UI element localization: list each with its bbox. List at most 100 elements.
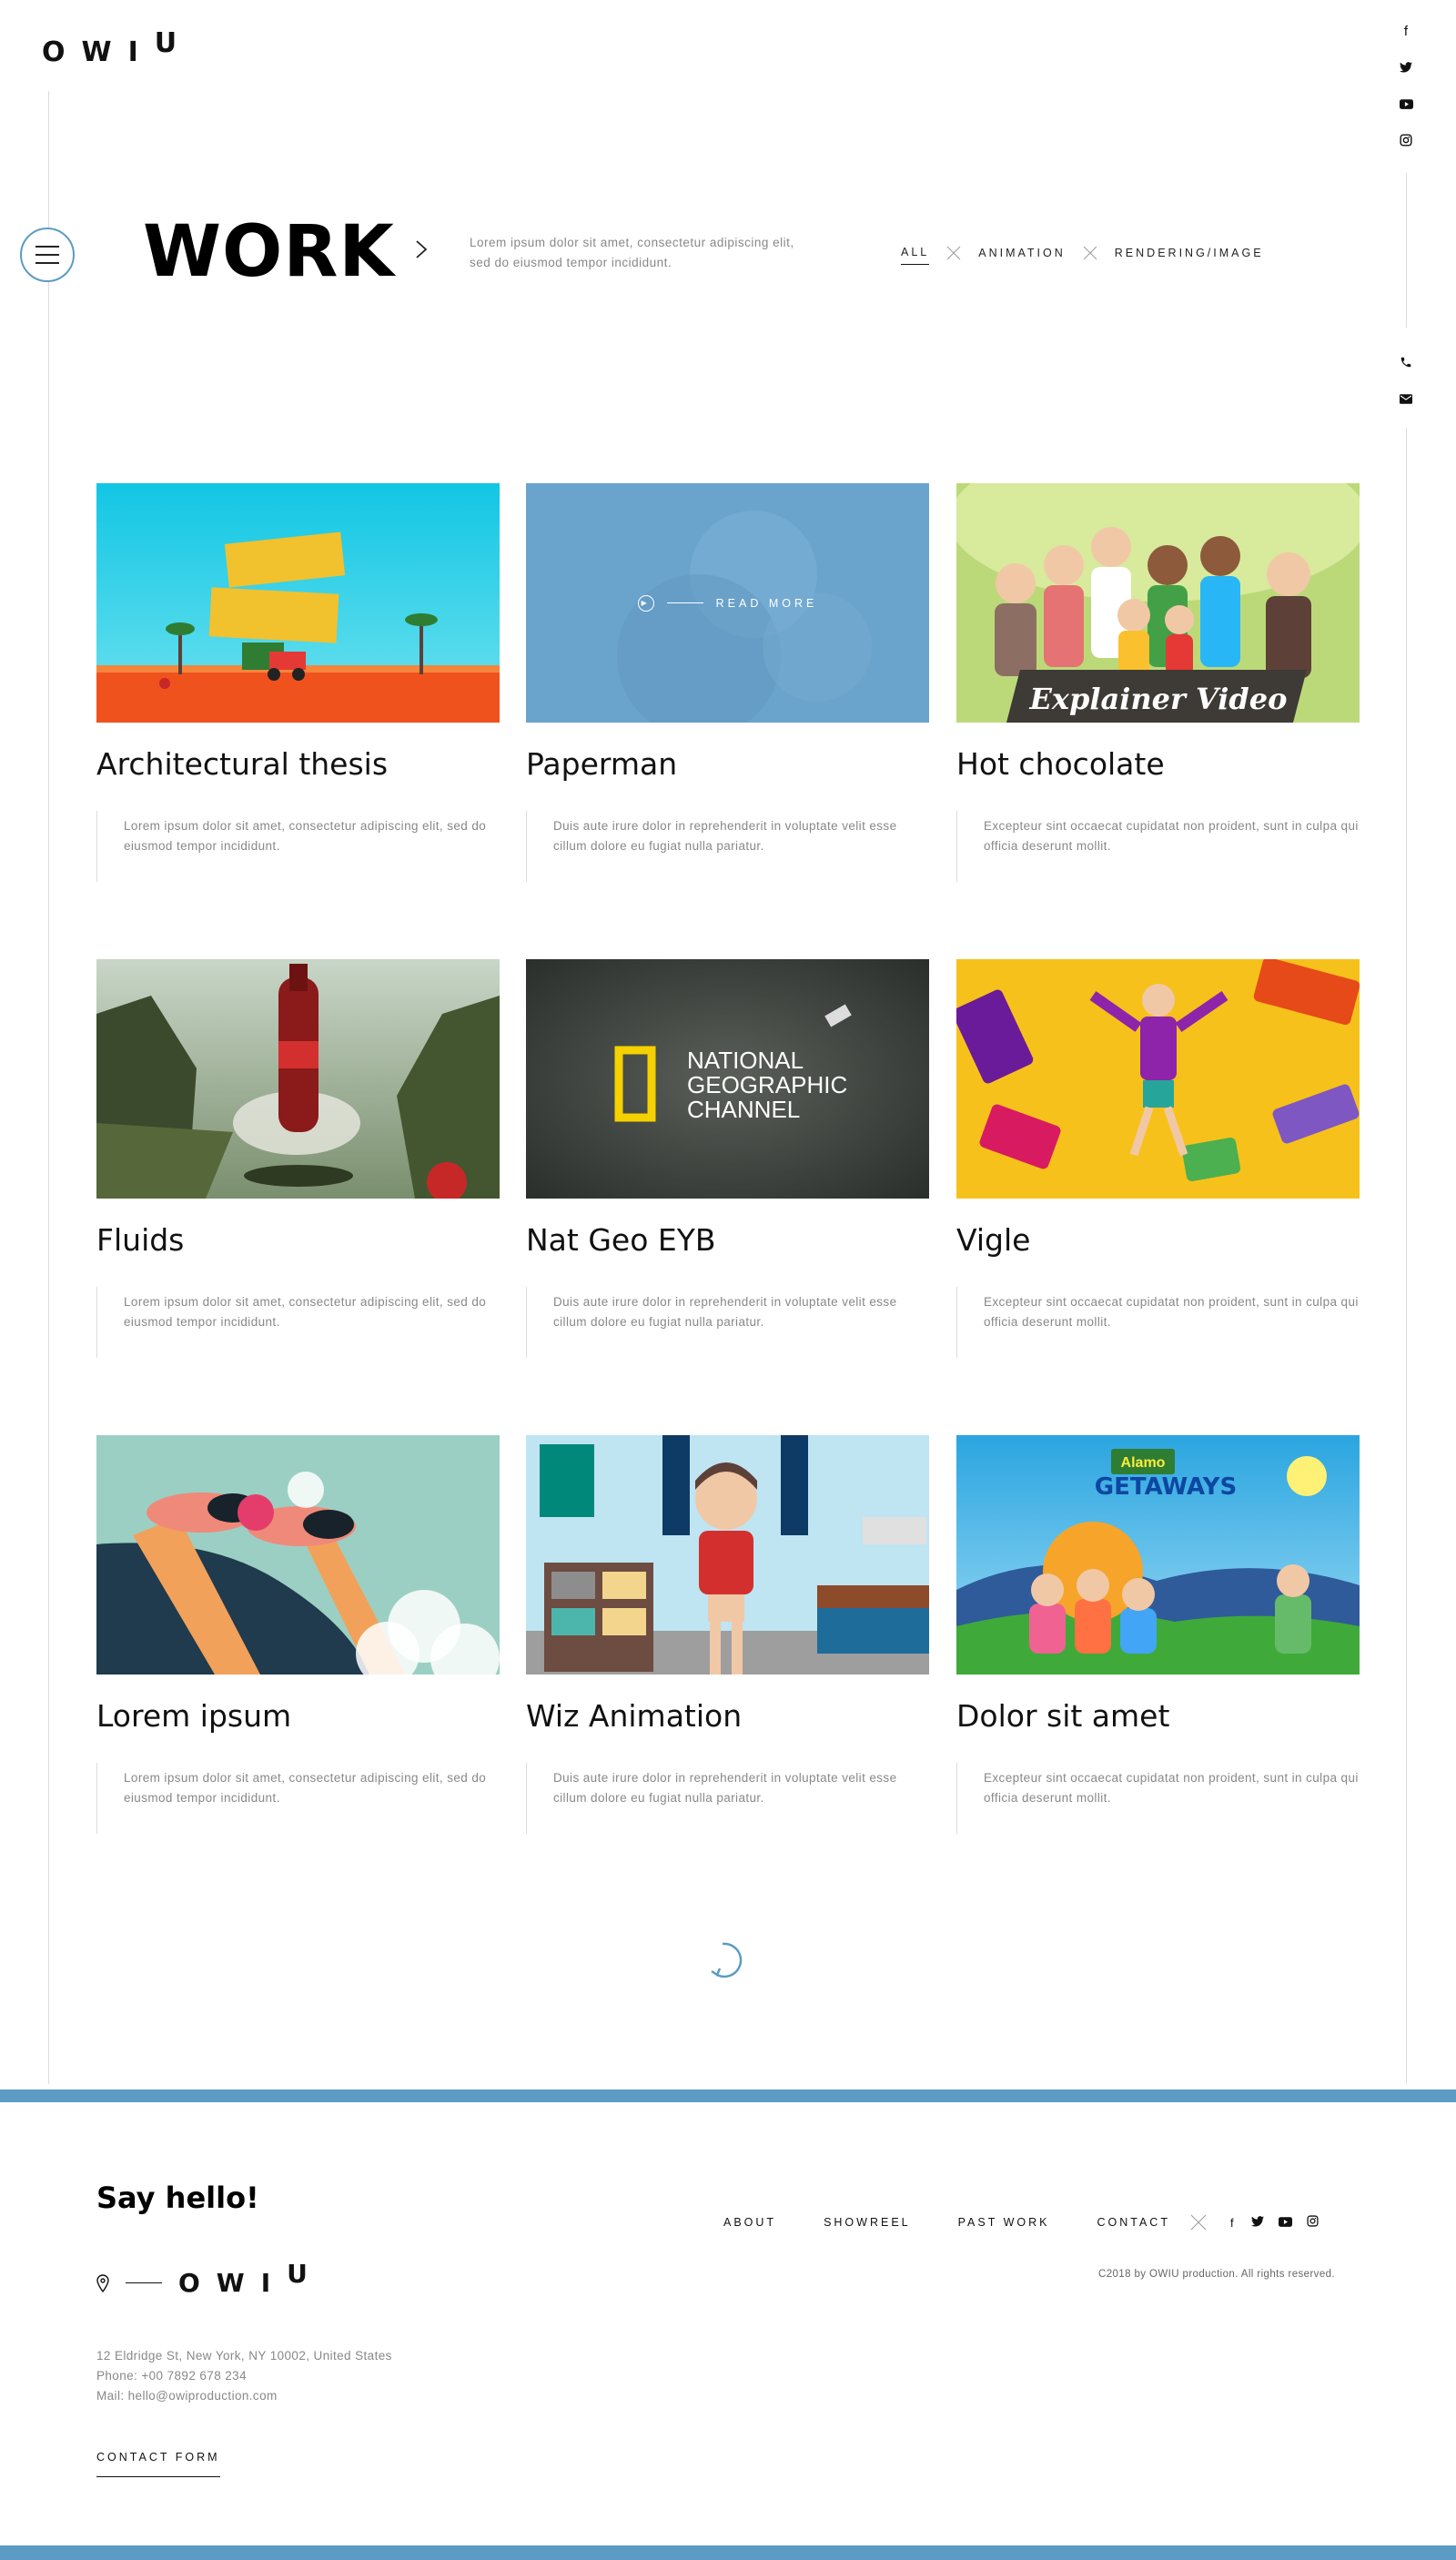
getaways-label: GETAWAYS (1095, 1473, 1237, 1501)
project-title[interactable]: Nat Geo EYB (526, 1222, 929, 1258)
menu-bar (35, 246, 59, 248)
footer-logo-row: OWI U (96, 2259, 324, 2298)
filter-animation[interactable]: ANIMATION (978, 247, 1066, 265)
project-thumbnail-dolor-sit-amet[interactable]: Alamo GETAWAYS (956, 1435, 1360, 1675)
footer-nav-about[interactable]: ABOUT (723, 2216, 776, 2229)
project-title[interactable]: Hot chocolate (956, 746, 1360, 782)
footer-logo[interactable]: OWI U (178, 2259, 324, 2298)
project-thumbnail-architectural-thesis[interactable] (96, 483, 500, 723)
instagram-icon[interactable] (1307, 2215, 1319, 2230)
giraffe-image (96, 1435, 500, 1675)
project-card[interactable]: Lorem ipsum Lorem ipsum dolor sit amet, … (96, 1435, 500, 1834)
project-card[interactable]: Explainer Video Hot chocolate Excepteur … (956, 483, 1360, 882)
menu-button[interactable] (20, 228, 75, 282)
project-thumbnail-vigle[interactable] (956, 959, 1360, 1199)
load-more-icon[interactable] (706, 1937, 752, 1982)
filter-all[interactable]: ALL (901, 246, 930, 265)
youtube-icon[interactable] (1278, 2216, 1292, 2230)
project-title[interactable]: Wiz Animation (526, 1698, 929, 1734)
filter-separator-icon (929, 245, 978, 261)
logo-u: U (287, 2259, 324, 2289)
project-description: Lorem ipsum dolor sit amet, consectetur … (96, 1287, 500, 1358)
right-guide-line-bottom (1406, 428, 1407, 2084)
project-description: Duis aute irure dolor in reprehenderit i… (526, 1763, 929, 1834)
phone-text[interactable]: Phone: +00 7892 678 234 (96, 2366, 392, 2386)
logo-u: U (154, 27, 194, 59)
facebook-icon[interactable]: f (1230, 2216, 1237, 2230)
site-logo[interactable]: OWI U (42, 27, 193, 68)
project-description: Excepteur sint occaecat cupidatat non pr… (956, 1763, 1360, 1834)
filter-separator-icon (1066, 245, 1115, 261)
copyright-text: C2018 by OWIU production. All rights res… (1098, 2269, 1336, 2280)
project-card[interactable]: NATIONAL GEOGRAPHIC CHANNEL Nat Geo EYB … (526, 959, 929, 1358)
project-thumbnail-hot-chocolate[interactable]: Explainer Video (956, 483, 1360, 723)
social-links: f (1397, 22, 1415, 149)
instagram-icon[interactable] (1397, 131, 1415, 149)
footer-top-band (0, 2089, 1456, 2102)
footer-logo-dash (126, 2282, 162, 2283)
explainer-video-label: Explainer Video (1028, 682, 1287, 716)
footer-social-links: f (1230, 2215, 1319, 2230)
contact-form-link[interactable]: CONTACT FORM (96, 2451, 220, 2477)
frooti-image (96, 483, 500, 723)
project-thumbnail-wiz-animation[interactable] (526, 1435, 929, 1675)
twitter-icon[interactable] (1250, 2215, 1264, 2230)
explainer-video-image: Explainer Video (956, 483, 1360, 723)
project-card[interactable]: ▶ READ MORE Paperman Duis aute irure dol… (526, 483, 929, 882)
right-guide-line-top (1406, 173, 1407, 328)
location-pin-icon (96, 2273, 109, 2292)
read-more-overlay[interactable]: ▶ READ MORE (526, 483, 929, 723)
project-title[interactable]: Dolor sit amet (956, 1698, 1360, 1734)
nat-geo-line-1: NATIONAL (687, 1047, 804, 1074)
close-separator-icon (1190, 2214, 1207, 2231)
nat-geo-line-2: GEOGRAPHIC (687, 1071, 847, 1098)
project-description: Lorem ipsum dolor sit amet, consectetur … (96, 811, 500, 882)
project-title[interactable]: Architectural thesis (96, 746, 500, 782)
mail-text[interactable]: Mail: hello@owiproduction.com (96, 2386, 392, 2406)
contact-links (1397, 353, 1415, 408)
footer-nav-showreel[interactable]: SHOWREEL (824, 2216, 911, 2229)
nat-geo-image: NATIONAL GEOGRAPHIC CHANNEL (526, 959, 929, 1199)
project-thumbnail-lorem-ipsum[interactable] (96, 1435, 500, 1675)
youtube-icon[interactable] (1397, 95, 1415, 113)
project-title[interactable]: Vigle (956, 1222, 1360, 1258)
getaways-image: Alamo GETAWAYS (956, 1435, 1360, 1675)
say-hello-heading: Say hello! (96, 2181, 259, 2215)
project-title[interactable]: Paperman (526, 746, 929, 782)
project-thumbnail-nat-geo-eyb[interactable]: NATIONAL GEOGRAPHIC CHANNEL (526, 959, 929, 1199)
project-title[interactable]: Lorem ipsum (96, 1698, 500, 1734)
menu-bar (35, 262, 59, 264)
mail-icon[interactable] (1397, 390, 1415, 408)
filter-rendering-image[interactable]: RENDERING/IMAGE (1115, 247, 1264, 265)
project-thumbnail-fluids[interactable] (96, 959, 500, 1199)
footer-nav: ABOUT SHOWREEL PAST WORK CONTACT f (723, 2214, 1319, 2231)
twitter-icon[interactable] (1397, 58, 1415, 76)
project-card[interactable]: Alamo GETAWAYS Dolor sit amet Excepteur … (956, 1435, 1360, 1834)
footer-nav-past-work[interactable]: PAST WORK (958, 2216, 1050, 2229)
wiz-animation-image (526, 1435, 929, 1675)
alamo-label: Alamo (1121, 1455, 1166, 1471)
project-card[interactable]: Fluids Lorem ipsum dolor sit amet, conse… (96, 959, 500, 1358)
vigle-image (956, 959, 1360, 1199)
read-more-dash (666, 602, 703, 603)
project-card[interactable]: Vigle Excepteur sint occaecat cupidatat … (956, 959, 1360, 1358)
project-description: Excepteur sint occaecat cupidatat non pr… (956, 811, 1360, 882)
project-title[interactable]: Fluids (96, 1222, 500, 1258)
project-description: Lorem ipsum dolor sit amet, consectetur … (96, 1763, 500, 1834)
phone-icon[interactable] (1397, 353, 1415, 371)
address-text: 12 Eldridge St, New York, NY 10002, Unit… (96, 2349, 392, 2363)
read-more-label: READ MORE (715, 596, 818, 610)
project-description: Duis aute irure dolor in reprehenderit i… (526, 811, 929, 882)
project-card[interactable]: Architectural thesis Lorem ipsum dolor s… (96, 483, 500, 882)
play-icon: ▶ (637, 594, 654, 612)
footer-address-block: 12 Eldridge St, New York, NY 10002, Unit… (96, 2346, 392, 2406)
logo-text: OWI (42, 36, 155, 68)
facebook-icon[interactable]: f (1397, 22, 1415, 40)
project-thumbnail-paperman[interactable]: ▶ READ MORE (526, 483, 929, 723)
project-card[interactable]: Wiz Animation Duis aute irure dolor in r… (526, 1435, 929, 1834)
project-description: Excepteur sint occaecat cupidatat non pr… (956, 1287, 1360, 1358)
footer-nav-contact[interactable]: CONTACT (1097, 2216, 1170, 2229)
page: OWI U f WORK Lorem ipsum dolor sit amet, … (0, 0, 1456, 2560)
footer-bottom-band (0, 2545, 1456, 2560)
logo-text: OWI (178, 2268, 288, 2298)
